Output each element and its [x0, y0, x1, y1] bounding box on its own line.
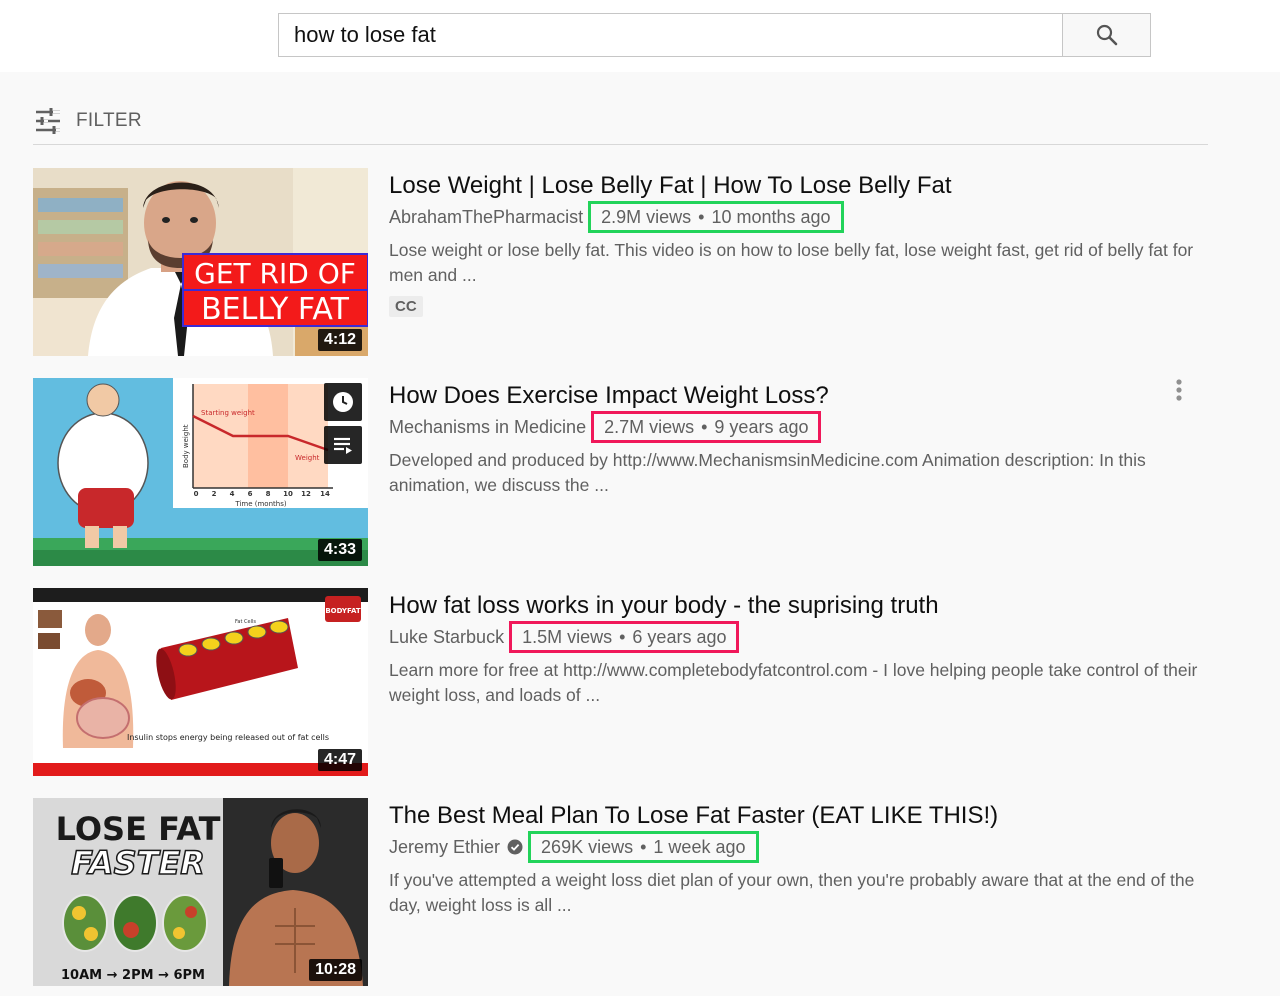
view-count: 2.9M views: [601, 206, 692, 227]
video-description: If you've attempted a weight loss diet p…: [389, 870, 1195, 915]
video-meta: AbrahamThePharmacist 2.9M views • 10 month…: [389, 201, 1199, 233]
channel-name[interactable]: Luke Starbuck: [389, 627, 504, 648]
closed-captions-badge: CC: [389, 296, 423, 317]
video-thumbnail[interactable]: Starting weight Weight Body weight 0 2 4…: [33, 378, 368, 566]
video-meta: Jeremy Ethier 269K views • 1 week ago: [389, 831, 1199, 863]
thumbnail-image: GET RID OF BELLY FAT: [33, 168, 368, 356]
thumb-text-line2: FASTER: [71, 844, 205, 882]
video-info: How fat loss works in your body - the su…: [389, 588, 1199, 707]
video-info: How Does Exercise Impact Weight Loss? Me…: [389, 378, 1199, 497]
queue-icon: [334, 437, 352, 454]
view-count: 2.7M views: [604, 416, 695, 437]
thumb-chart-tick: 2: [212, 490, 217, 498]
video-result: Starting weight Weight Body weight 0 2 4…: [33, 378, 1213, 568]
thumb-chart-tick: 0: [194, 490, 199, 498]
upload-age: 10 months ago: [711, 206, 831, 227]
filter-button[interactable]: FILTER: [34, 104, 142, 138]
video-result: GET RID OF BELLY FAT 4:12 Lose Weight | …: [33, 168, 1213, 358]
video-info: The Best Meal Plan To Lose Fat Faster (E…: [389, 798, 1199, 917]
video-meta: Mechanisms in Medicine 2.7M views • 9 year…: [389, 411, 1199, 443]
thumb-logo-text: BODYFAT: [325, 607, 361, 615]
thumb-times-text: 10AM → 2PM → 6PM: [61, 968, 205, 983]
channel-name[interactable]: Mechanisms in Medicine: [389, 417, 586, 438]
video-duration: 10:28: [309, 959, 362, 981]
thumb-chart-tick: 8: [266, 490, 271, 498]
channel-name[interactable]: AbrahamThePharmacist: [389, 207, 583, 228]
thumb-text-line1: GET RID OF: [194, 257, 356, 290]
highlighted-stats: 2.9M views • 10 months ago: [588, 201, 844, 233]
video-title[interactable]: How fat loss works in your body - the su…: [389, 589, 1199, 623]
highlighted-stats: 269K views • 1 week ago: [528, 831, 759, 863]
add-to-queue-button[interactable]: [324, 426, 362, 464]
thumb-text-line1: LOSE FAT: [56, 810, 221, 848]
video-result: BODYFAT Fat Cells Insulin stops energy b…: [33, 588, 1213, 778]
more-vert-icon: [1176, 379, 1182, 401]
video-title[interactable]: Lose Weight | Lose Belly Fat | How To Lo…: [389, 169, 1199, 203]
highlighted-stats: 2.7M views • 9 years ago: [591, 411, 822, 443]
thumbnail-image: LOSE FAT FASTER 10AM → 2PM → 6PM: [33, 798, 368, 986]
verified-badge-icon: [507, 839, 523, 855]
filter-sliders-icon: [36, 108, 60, 134]
video-description: Lose weight or lose belly fat. This vide…: [389, 240, 1194, 285]
video-duration: 4:33: [317, 539, 362, 561]
thumb-caption: Insulin stops energy being released out …: [127, 733, 329, 742]
thumb-chart-tick: 10: [283, 490, 293, 498]
upload-age: 6 years ago: [632, 626, 727, 647]
thumb-chart-tick: 6: [248, 490, 253, 498]
thumb-text-line2: BELLY FAT: [201, 292, 350, 327]
watch-later-button[interactable]: [324, 383, 362, 421]
thumbnail-image: BODYFAT Fat Cells Insulin stops energy b…: [33, 588, 368, 776]
video-info: Lose Weight | Lose Belly Fat | How To Lo…: [389, 168, 1199, 317]
video-title[interactable]: The Best Meal Plan To Lose Fat Faster (E…: [389, 799, 1199, 833]
video-thumbnail[interactable]: LOSE FAT FASTER 10AM → 2PM → 6PM 10:28: [33, 798, 368, 986]
video-meta: Luke Starbuck 1.5M views • 6 years ago: [389, 621, 1199, 653]
video-description: Learn more for free at http://www.comple…: [389, 660, 1198, 705]
divider: [33, 144, 1208, 145]
video-title[interactable]: How Does Exercise Impact Weight Loss?: [389, 379, 1199, 413]
upload-age: 9 years ago: [714, 416, 809, 437]
search-button[interactable]: [1062, 13, 1151, 57]
channel-name[interactable]: Jeremy Ethier: [389, 837, 500, 858]
thumb-chart-tick: 14: [320, 490, 330, 498]
thumb-fat-cells-label: Fat Cells: [235, 619, 256, 625]
view-count: 1.5M views: [522, 626, 613, 647]
thumbnail-image: Starting weight Weight Body weight 0 2 4…: [33, 378, 368, 566]
video-description: Developed and produced by http://www.Mec…: [389, 450, 1146, 495]
video-thumbnail[interactable]: GET RID OF BELLY FAT 4:12: [33, 168, 368, 356]
view-count: 269K views: [541, 836, 634, 857]
search-icon: [1096, 24, 1117, 46]
more-actions-button[interactable]: [1169, 378, 1189, 406]
video-duration: 4:12: [317, 329, 362, 351]
search-input[interactable]: how to lose fat: [278, 13, 1063, 57]
highlighted-stats: 1.5M views • 6 years ago: [509, 621, 740, 653]
upload-age: 1 week ago: [653, 836, 746, 857]
filter-label: FILTER: [76, 110, 142, 131]
video-thumbnail[interactable]: BODYFAT Fat Cells Insulin stops energy b…: [33, 588, 368, 776]
thumb-chart-weight-label: Weight: [295, 454, 320, 462]
top-bar: how to lose fat: [0, 0, 1280, 72]
thumb-chart-ylabel: Body weight: [182, 424, 190, 468]
clock-icon: [333, 392, 353, 412]
thumb-chart-tick: 4: [230, 490, 235, 498]
thumb-chart-tick: 12: [301, 490, 311, 498]
video-result: LOSE FAT FASTER 10AM → 2PM → 6PM 10:28 T…: [33, 798, 1213, 988]
video-duration: 4:47: [317, 749, 362, 771]
thumb-chart-xlabel: Time (months): [234, 500, 286, 508]
thumb-chart-start-label: Starting weight: [201, 409, 255, 417]
